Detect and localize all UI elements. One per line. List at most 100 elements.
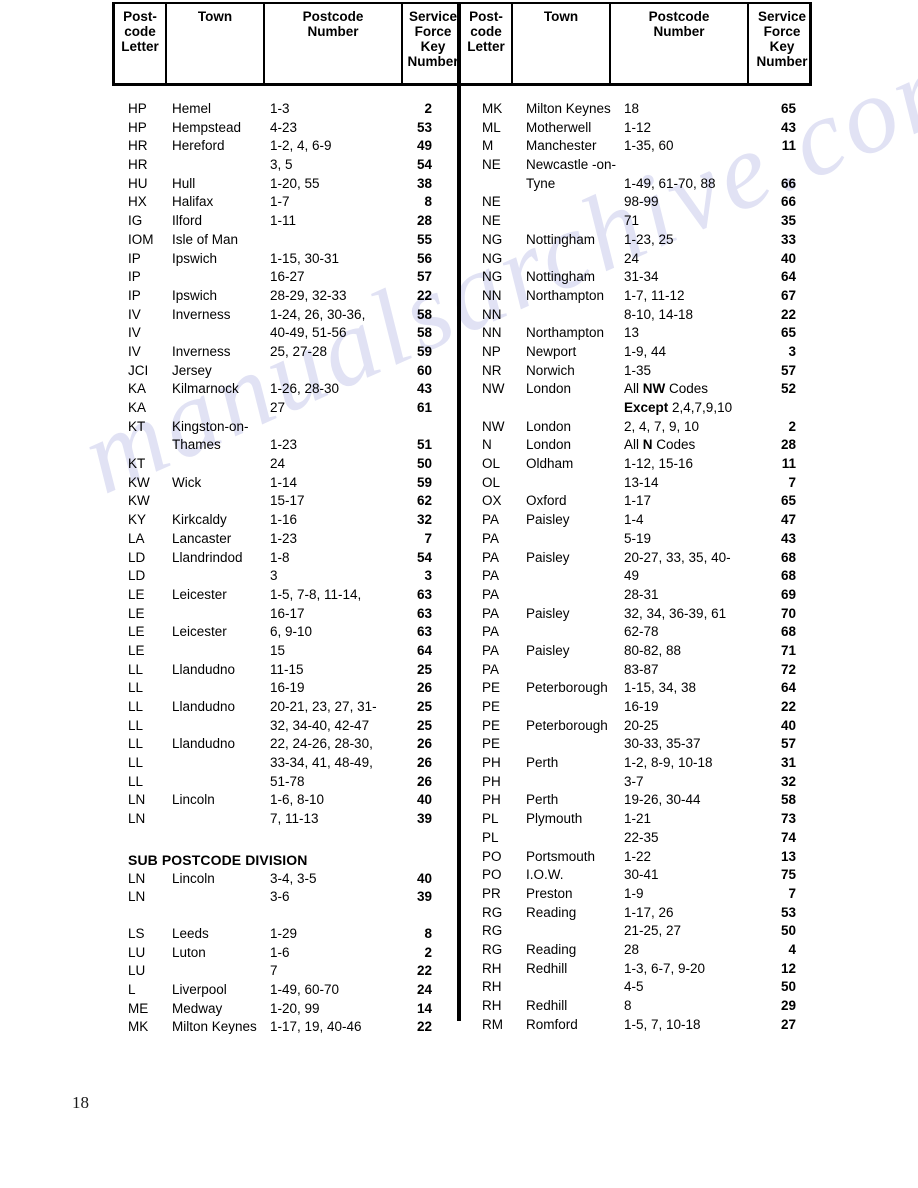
cell-postcode-letter: RH [482, 998, 502, 1013]
table-row: RH Redhill 8 29 [466, 997, 816, 1016]
cell-town [526, 829, 636, 848]
cell-postcode-letter: HP [128, 101, 147, 116]
table-row: Except 2,4,7,9,10 [466, 399, 816, 418]
cell-postcode-letter: MK [128, 1019, 149, 1035]
cell-postcode-number: 4-5 [624, 979, 644, 995]
header-town-2-line1: Town [543, 9, 579, 24]
cell-town [172, 324, 282, 343]
table-row: LL 16-19 26 [112, 679, 460, 698]
table-row: ML Motherwell 1-12 43 [466, 119, 816, 138]
cell-postcode-letter: OL [482, 474, 501, 490]
cell-postcode-letter: LD [128, 568, 146, 584]
table-row: RG Reading 28 4 [466, 941, 816, 960]
table-row: PA Paisley 1-4 47 [466, 511, 816, 530]
table-row: KW Wick 1-14 59 [112, 474, 460, 493]
cell-postcode-letter: LL [128, 717, 144, 733]
cell-town: London [526, 418, 572, 434]
header-postcode-letter-2-line2: code [470, 24, 502, 39]
cell-town: Plymouth [526, 811, 583, 827]
cell-postcode-number: 5-19 [624, 530, 652, 546]
cell-service-force-key-number: 61 [416, 400, 432, 415]
cell-service-force-key-number: 38 [416, 175, 432, 191]
cell-town: Northampton [526, 325, 605, 341]
table-row: LN Lincoln 3-4, 3-5 40 [112, 870, 460, 889]
cell-town: Kingston-on- [172, 418, 249, 434]
table-row: IG Ilford 1-11 28 [112, 212, 460, 231]
header-postcode-letter-line2: code [124, 24, 156, 39]
cell-postcode-letter: HX [128, 194, 147, 210]
cell-service-force-key-number: 58 [416, 306, 432, 322]
cell-postcode-number: 28-31 [624, 586, 659, 602]
cell-service-force-key-number: 50 [780, 979, 796, 995]
table-row: NE 71 35 [466, 212, 816, 231]
cell-town [172, 642, 282, 661]
cell-postcode-number: 13-14 [624, 474, 659, 490]
cell-town: Paisley [526, 549, 570, 565]
cell-town: Lincoln [172, 792, 215, 808]
cell-service-force-key-number: 67 [780, 287, 796, 303]
cell-town [172, 156, 282, 175]
cell-service-force-key-number: 28 [416, 213, 432, 229]
header-service-force-key-2-line4: Number [756, 54, 808, 69]
cell-postcode-letter: PA [482, 624, 500, 640]
table-row: LN Lincoln 1-6, 8-10 40 [112, 791, 460, 810]
cell-service-force-key-number: 39 [416, 811, 432, 827]
cell-postcode-number: 1-4 [624, 512, 644, 528]
cell-postcode-number: 62-78 [624, 624, 659, 640]
cell-postcode-number: 20-25 [624, 717, 659, 733]
cell-service-force-key-number: 22 [780, 699, 796, 714]
cell-town [172, 810, 282, 829]
cell-postcode-number: 1-49, 61-70, 88 [624, 175, 716, 191]
cell-postcode-letter: PH [482, 792, 501, 808]
cell-town: Oxford [526, 493, 567, 509]
cell-postcode-letter: LN [128, 792, 146, 808]
cell-town [526, 212, 636, 231]
cell-postcode-letter: L [128, 981, 136, 997]
cell-postcode-number: 1-23, 25 [624, 231, 674, 247]
cell-service-force-key-number: 53 [416, 119, 432, 135]
cell-postcode-number: 2, 4, 7, 9, 10 [624, 418, 700, 434]
cell-postcode-number: 21-25, 27 [624, 923, 682, 939]
table-row: PH Perth 1-2, 8-9, 10-18 31 [466, 754, 816, 773]
cell-service-force-key-number: 64 [780, 680, 796, 696]
header-service-force-key-line3: Key [420, 39, 446, 54]
table-row: LE Leicester 1-5, 7-8, 11-14, 63 [112, 586, 460, 605]
cell-town [526, 250, 636, 269]
table-row: NE 98-99 66 [466, 193, 816, 212]
cell-town: Llandrindod [172, 549, 243, 565]
cell-postcode-letter: PL [482, 829, 499, 845]
table-row: HU Hull 1-20, 55 38 [112, 175, 460, 194]
cell-service-force-key-number: 58 [780, 792, 796, 808]
cell-service-force-key-number: 74 [780, 829, 796, 845]
cell-postcode-number: 1-17, 26 [624, 904, 674, 920]
cell-town [172, 605, 282, 624]
cell-service-force-key-number: 73 [780, 811, 796, 827]
cell-town [526, 978, 636, 997]
cell-postcode-number: 80-82, 88 [624, 642, 682, 658]
cell-postcode-number: 1-17 [624, 493, 652, 509]
cell-postcode-letter: LE [128, 605, 145, 621]
table-row: LD 3 3 [112, 567, 460, 586]
cell-service-force-key-number: 25 [416, 717, 432, 733]
cell-postcode-letter: HR [128, 138, 148, 154]
table-row: LN 3-6 39 [112, 888, 460, 907]
cell-service-force-key-number: 7 [424, 530, 432, 546]
cell-town [526, 586, 636, 605]
cell-service-force-key-number: 64 [416, 642, 432, 658]
cell-town: Inverness [172, 343, 231, 359]
table-row: HP Hempstead 4-23 53 [112, 119, 460, 138]
cell-postcode-letter: LL [128, 661, 144, 677]
cell-service-force-key-number: 68 [780, 568, 796, 584]
cell-postcode-letter: KY [128, 512, 147, 528]
table-row: IP Ipswich 1-15, 30-31 56 [112, 250, 460, 269]
cell-postcode-letter: LE [128, 642, 145, 658]
cell-service-force-key-number: 26 [416, 680, 432, 696]
cell-postcode-letter: HP [128, 119, 147, 135]
emphasised-text: N [642, 437, 653, 453]
header-postcode-letter-2-line3: Letter [467, 39, 505, 54]
cell-postcode-letter: LL [128, 773, 144, 789]
cell-postcode-letter: PA [482, 605, 500, 621]
table-row: IV Inverness 1-24, 26, 30-36, 58 [112, 306, 460, 325]
cell-service-force-key-number: 11 [781, 138, 796, 154]
cell-postcode-number: 8 [624, 998, 632, 1013]
